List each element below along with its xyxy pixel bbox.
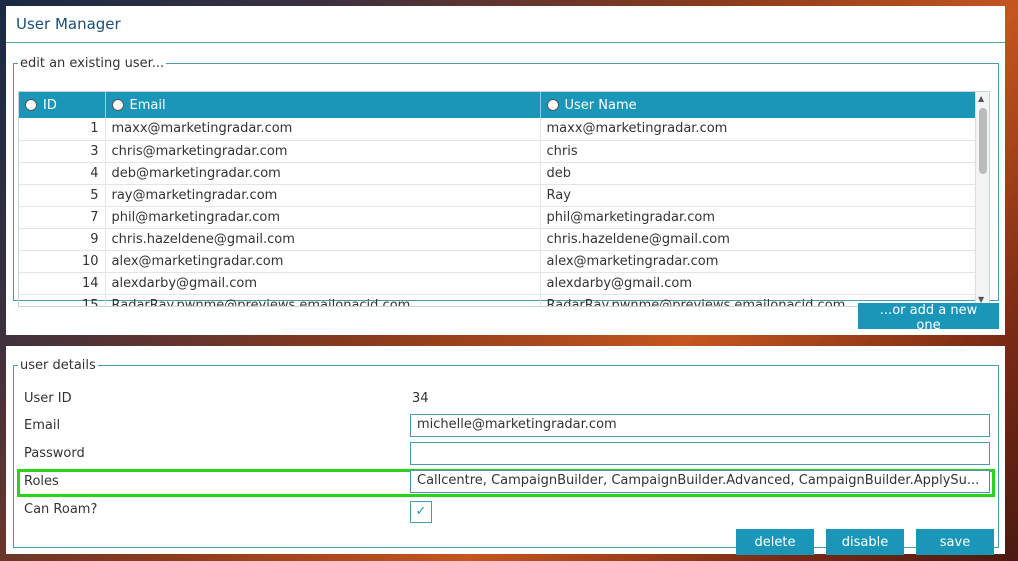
cell-username: deb	[540, 162, 978, 185]
scroll-up-icon[interactable]: ▲	[978, 94, 984, 103]
title-divider	[6, 42, 1005, 43]
users-grid: ID Email User Name 1 maxx@marketingradar.…	[18, 91, 990, 307]
cell-email: maxx@marketingradar.com	[105, 118, 541, 141]
users-table-header: ID Email User Name	[19, 92, 978, 118]
cell-id: 15	[19, 294, 106, 306]
table-row[interactable]: 9 chris.hazeldene@gmail.com chris.hazelden…	[19, 228, 978, 251]
table-row[interactable]: 4 deb@marketingradar.com deb	[19, 162, 978, 185]
cell-email: RadarRay.pwnme@previews.emailonacid.com	[105, 294, 541, 306]
cell-username: alexdarby@gmail.com	[540, 272, 978, 295]
can-roam-checkbox[interactable]: ✓	[410, 501, 432, 523]
table-row[interactable]: 7 phil@marketingradar.com phil@marketingra…	[19, 206, 978, 229]
user-details-panel: user details User ID 34 Email michelle@m…	[6, 346, 1005, 555]
cell-id: 14	[19, 272, 106, 295]
sort-radio-icon[interactable]	[25, 98, 37, 111]
table-row[interactable]: 15 RadarRay.pwnme@previews.emailonacid.co…	[19, 294, 978, 306]
cell-id: 10	[19, 250, 106, 273]
save-button[interactable]: save	[916, 529, 994, 555]
column-header-username[interactable]: User Name	[540, 92, 978, 118]
cell-username: chris.hazeldene@gmail.com	[540, 228, 978, 251]
edit-user-group: edit an existing user... ID Email User N…	[13, 56, 999, 307]
column-header-id[interactable]: ID	[19, 92, 106, 118]
delete-button[interactable]: delete	[736, 529, 814, 555]
email-field[interactable]: michelle@marketingradar.com	[410, 414, 990, 437]
password-label: Password	[24, 446, 85, 461]
table-row[interactable]: 3 chris@marketingradar.com chris	[19, 140, 978, 163]
cell-id: 3	[19, 140, 106, 163]
cell-id: 1	[19, 118, 106, 141]
column-header-email[interactable]: Email	[105, 92, 541, 118]
roles-label: Roles	[24, 474, 59, 489]
cell-email: ray@marketingradar.com	[105, 184, 541, 207]
password-field[interactable]	[410, 442, 990, 465]
cell-id: 7	[19, 206, 106, 229]
grid-scrollbar[interactable]: ▲ ▼	[975, 92, 989, 306]
table-row[interactable]: 14 alexdarby@gmail.com alexdarby@gmail.com	[19, 272, 978, 295]
roles-field[interactable]: Callcentre, CampaignBuilder, CampaignBui…	[410, 470, 990, 493]
email-label: Email	[24, 418, 61, 433]
sort-radio-icon[interactable]	[546, 98, 559, 111]
cell-email: alex@marketingradar.com	[105, 250, 541, 273]
user-details-legend: user details	[20, 358, 96, 373]
cell-email: phil@marketingradar.com	[105, 206, 541, 229]
edit-user-legend: edit an existing user...	[20, 56, 165, 71]
cell-username: chris	[540, 140, 978, 163]
cell-username: phil@marketingradar.com	[540, 206, 978, 229]
user-id-value: 34	[412, 391, 429, 406]
table-row[interactable]: 5 ray@marketingradar.com Ray	[19, 184, 978, 207]
app-title: User Manager	[16, 15, 121, 33]
sort-radio-icon[interactable]	[111, 98, 124, 111]
cell-email: deb@marketingradar.com	[105, 162, 541, 185]
can-roam-label: Can Roam?	[24, 502, 98, 517]
user-details-group: user details User ID 34 Email michelle@m…	[13, 358, 999, 555]
scroll-thumb[interactable]	[979, 108, 987, 174]
cell-username: alex@marketingradar.com	[540, 250, 978, 273]
table-row[interactable]: 10 alex@marketingradar.com alex@marketingr…	[19, 250, 978, 273]
add-new-user-button[interactable]: ...or add a new one	[858, 303, 999, 333]
cell-email: chris.hazeldene@gmail.com	[105, 228, 541, 251]
cell-email: alexdarby@gmail.com	[105, 272, 541, 295]
cell-email: chris@marketingradar.com	[105, 140, 541, 163]
disable-button[interactable]: disable	[826, 529, 904, 555]
cell-id: 5	[19, 184, 106, 207]
cell-username: Ray	[540, 184, 978, 207]
cell-id: 9	[19, 228, 106, 251]
cell-id: 4	[19, 162, 106, 185]
user-manager-panel: User Manager edit an existing user... ID…	[6, 6, 1005, 335]
cell-username: maxx@marketingradar.com	[540, 118, 978, 141]
users-table: ID Email User Name 1 maxx@marketingradar.…	[19, 92, 978, 306]
table-row[interactable]: 1 maxx@marketingradar.com maxx@marketingra…	[19, 118, 978, 141]
user-id-label: User ID	[24, 391, 72, 406]
